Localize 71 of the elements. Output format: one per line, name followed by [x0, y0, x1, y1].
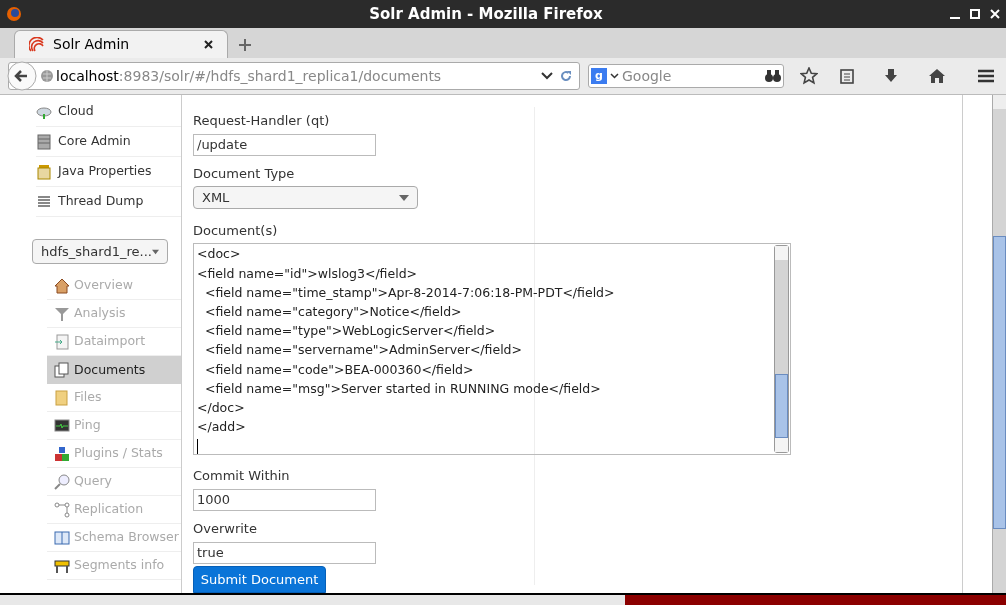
- monitor-icon: [54, 417, 70, 434]
- textarea-scrollbar[interactable]: [774, 245, 789, 454]
- caret-icon: [151, 248, 159, 255]
- browser-tab[interactable]: Solr Admin: [14, 30, 228, 58]
- code-line: </add>: [197, 418, 247, 437]
- blocks-icon: [54, 445, 70, 462]
- sidebar-item[interactable]: Java Properties: [58, 162, 152, 181]
- server-icon: [36, 133, 52, 150]
- back-icon[interactable]: [7, 61, 37, 91]
- core-menu-item[interactable]: Schema Browser: [47, 524, 181, 552]
- core-menu-item[interactable]: Overview: [47, 272, 181, 300]
- browser-logo-icon: [6, 6, 22, 22]
- caret-icon: [399, 194, 409, 201]
- text-field[interactable]: /update: [193, 133, 376, 156]
- window-title: Solr Admin - Mozilla Firefox: [368, 3, 604, 25]
- sun-logo-icon: [29, 36, 45, 53]
- core-menu-item[interactable]: Documents: [47, 356, 181, 384]
- magnifier-icon: [54, 473, 70, 490]
- code-line: <doc>: [197, 245, 242, 264]
- core-menu-item[interactable]: Plugins / Stats: [47, 440, 181, 468]
- core-menu-item[interactable]: Analysis: [47, 300, 181, 328]
- menu-icon[interactable]: [978, 69, 994, 83]
- reload-icon[interactable]: [560, 70, 572, 82]
- binoculars-icon[interactable]: [765, 69, 781, 83]
- sidebar-item[interactable]: Thread Dump: [58, 192, 144, 211]
- core-menu-item[interactable]: Query: [47, 468, 181, 496]
- code-line: </doc>: [197, 398, 246, 417]
- field-label: Commit Within: [193, 467, 291, 486]
- stack-icon: [36, 193, 52, 210]
- code-line: <field name="type">WebLogicServer</field>: [203, 322, 497, 341]
- nodes-icon: [54, 501, 70, 518]
- home-icon[interactable]: [928, 68, 946, 84]
- document-type-dropdown[interactable]: XML: [193, 186, 418, 209]
- field-label: Overwrite: [193, 520, 258, 539]
- sidebar-item[interactable]: Cloud: [58, 102, 94, 121]
- caret-icon[interactable]: [610, 73, 619, 79]
- search-field[interactable]: g Google: [588, 64, 784, 88]
- code-line: <field name="time_stamp">Apr-8-2014-7:06:18-PM-PDT</field>: [203, 283, 616, 302]
- dropdown-caret-icon[interactable]: [541, 72, 553, 80]
- core-menu-item[interactable]: Segments info: [47, 552, 181, 580]
- folder-icon: [54, 389, 70, 406]
- close-icon[interactable]: [204, 40, 213, 49]
- jar-icon: [36, 163, 52, 180]
- code-line: <field name="code">BEA-000360</field>: [203, 360, 475, 379]
- documents-textarea[interactable]: [193, 243, 791, 456]
- code-line: <field name="msg">Server started in RUNNING mode</field>: [203, 379, 602, 398]
- text-field[interactable]: true: [193, 541, 376, 565]
- clipboard-icon[interactable]: [840, 68, 854, 84]
- globe-icon: [40, 69, 54, 83]
- barrier-icon: [54, 557, 70, 574]
- download-icon[interactable]: [884, 68, 898, 84]
- field-label: Document Type: [193, 164, 296, 183]
- documents-icon: [54, 362, 70, 378]
- new-tab-button[interactable]: [238, 38, 252, 52]
- field-label: Document(s): [193, 221, 279, 240]
- code-line: <field name="servername">AdminServer</field>: [203, 341, 524, 360]
- star-icon[interactable]: [800, 67, 818, 85]
- field-label: Request-Handler (qt): [193, 112, 331, 130]
- core-selector[interactable]: hdfs_shard1_re...: [32, 239, 168, 264]
- text-field[interactable]: 1000: [193, 488, 376, 512]
- code-line: <field name="category">Notice</field>: [203, 302, 463, 321]
- search-engine-icon[interactable]: g: [591, 68, 607, 84]
- code-line: <field name="id">wlslog3</field>: [197, 264, 419, 283]
- book-icon: [54, 529, 70, 546]
- text-cursor: [197, 439, 198, 455]
- house-icon: [54, 277, 70, 294]
- submit-button[interactable]: Submit Document: [193, 566, 326, 593]
- maximize-icon[interactable]: [970, 9, 980, 19]
- sidebar-item[interactable]: Core Admin: [58, 132, 131, 151]
- page-scrollbar[interactable]: [992, 95, 1006, 593]
- funnel-icon: [54, 305, 70, 322]
